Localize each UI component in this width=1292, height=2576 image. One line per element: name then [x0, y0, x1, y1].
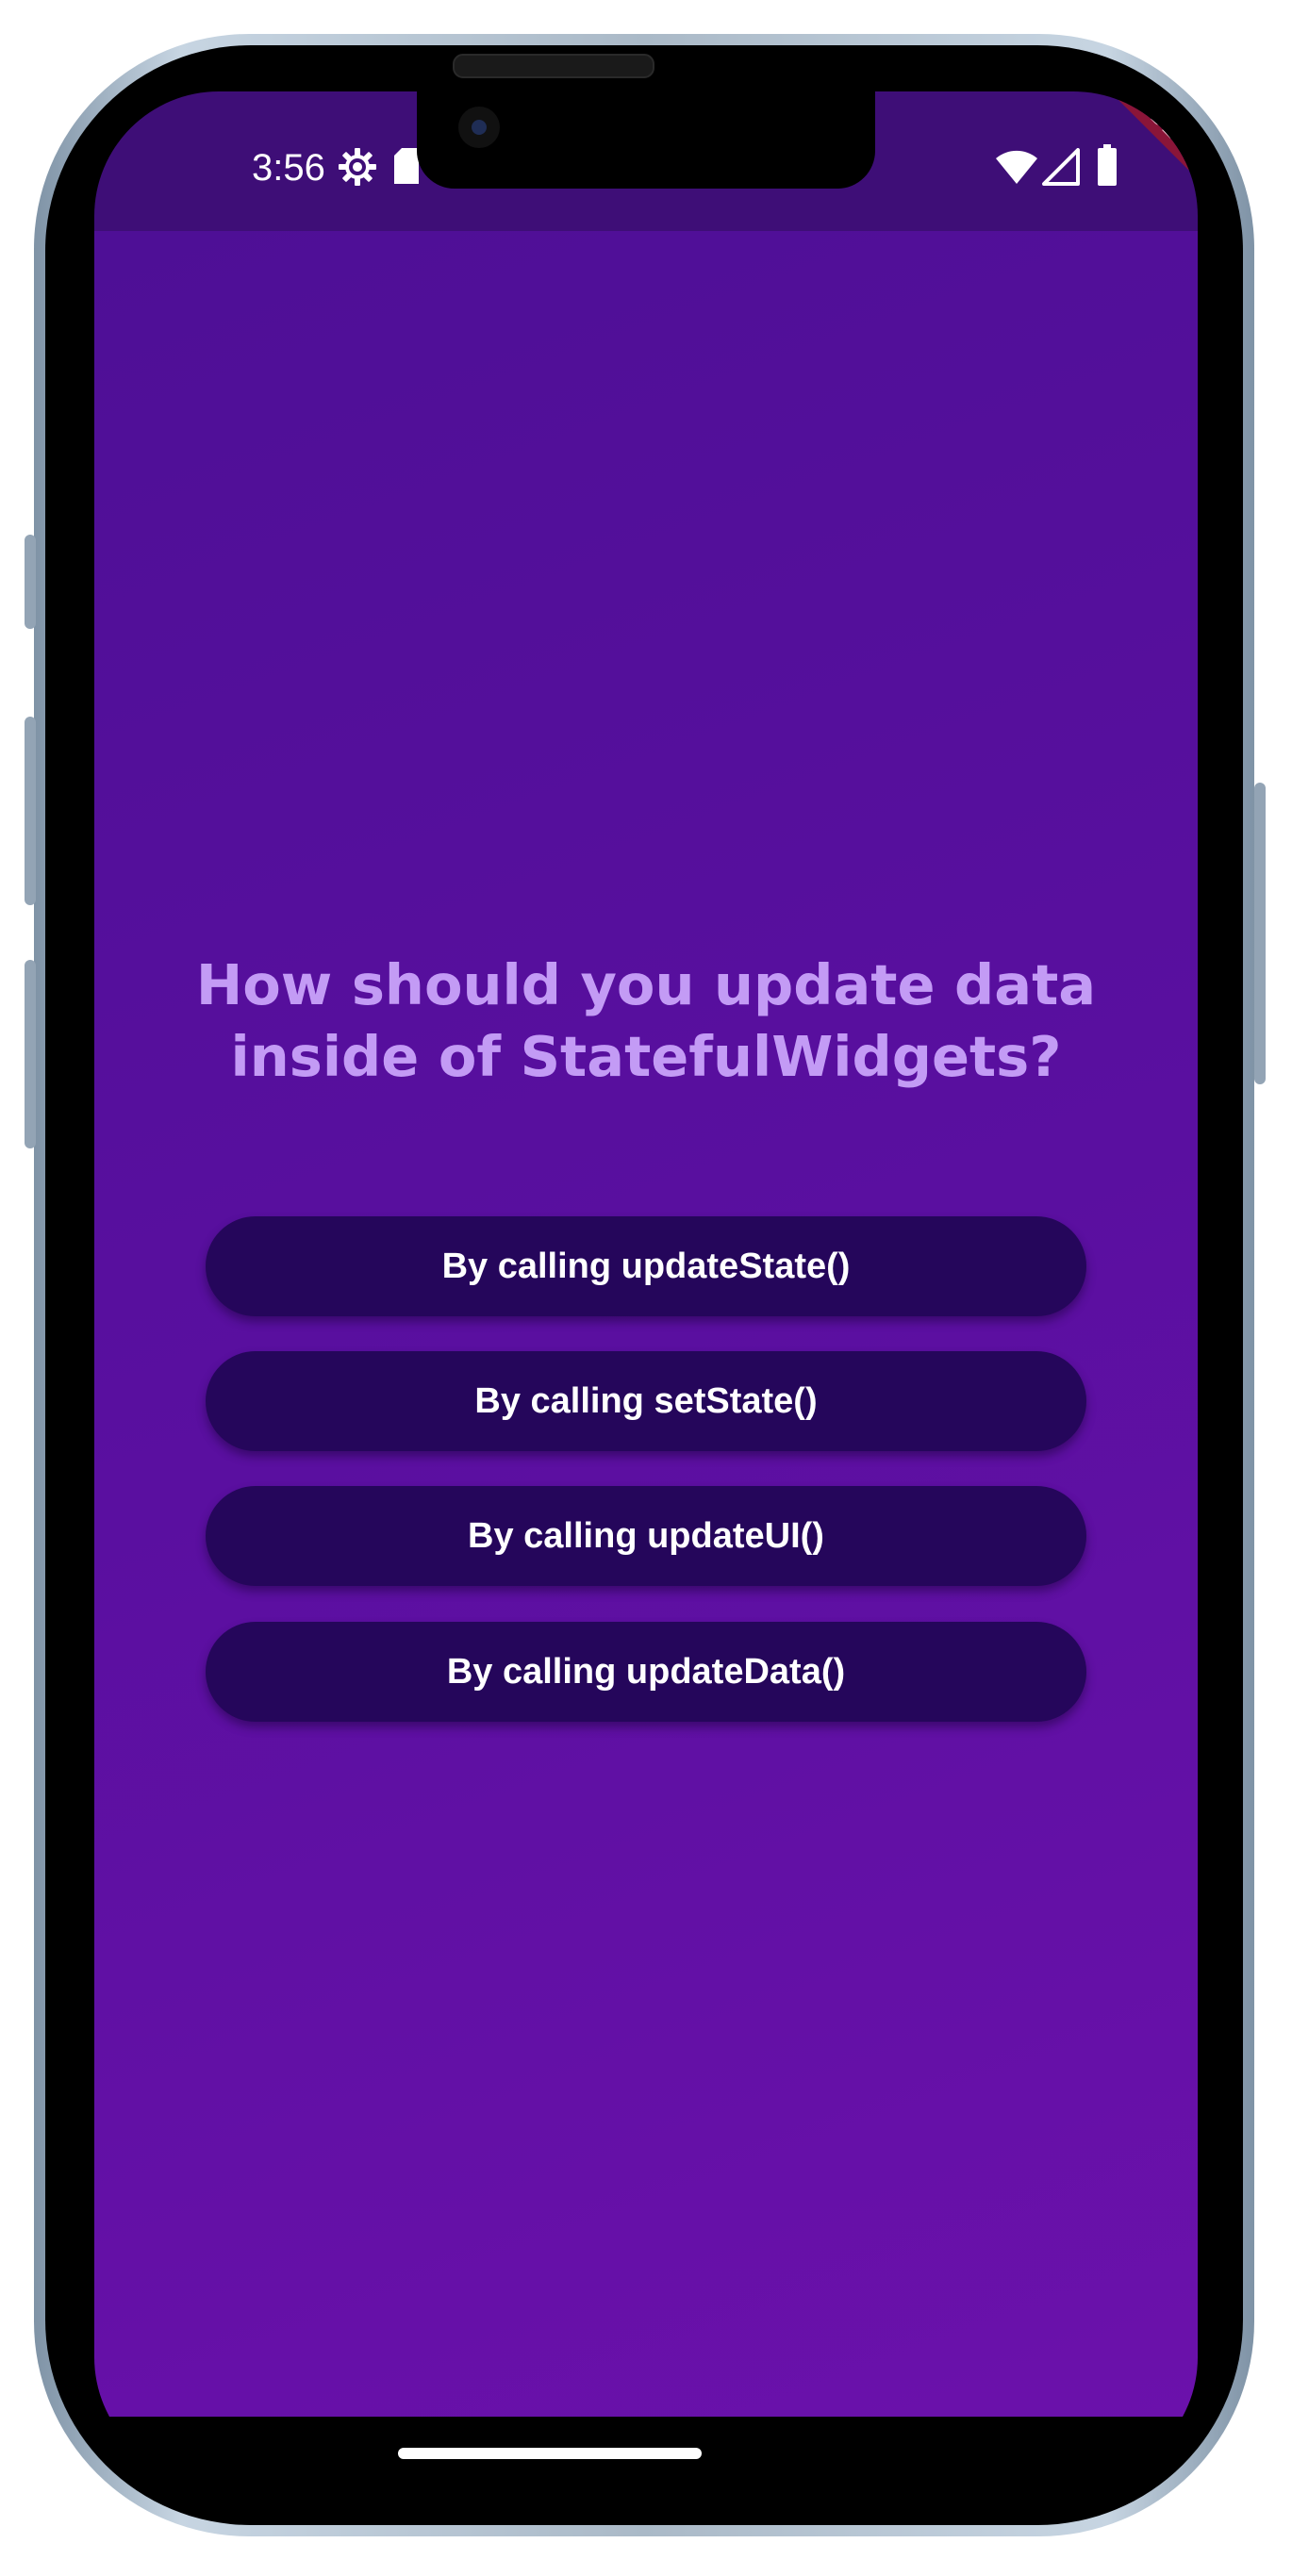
answer-button-update-data[interactable]: By calling updateData() [206, 1622, 1086, 1722]
camera-lens [472, 120, 487, 135]
signal-icon [1042, 148, 1080, 186]
answer-button-update-state[interactable]: By calling updateState() [206, 1216, 1086, 1316]
volume-down-button [25, 960, 36, 1148]
wifi-icon [996, 150, 1037, 184]
sim-card-icon [394, 148, 419, 184]
answer-button-set-state[interactable]: By calling setState() [206, 1351, 1086, 1451]
status-time: 3:56 [252, 147, 325, 189]
gear-icon [339, 148, 376, 186]
quiz-screen: How should you update data inside of Sta… [94, 231, 1198, 2417]
debug-label: DEBUG [1104, 91, 1198, 214]
debug-banner: DEBUG [1075, 91, 1198, 214]
question-text: How should you update data inside of Sta… [195, 952, 1097, 1089]
earpiece-speaker [453, 54, 654, 78]
phone-screen: 3:56 How should you update data inside o… [94, 91, 1198, 2482]
volume-up-button [25, 717, 36, 905]
silent-switch [25, 535, 36, 629]
power-button [1254, 783, 1266, 1084]
home-indicator[interactable] [398, 2448, 702, 2459]
answer-button-update-ui[interactable]: By calling updateUI() [206, 1486, 1086, 1586]
